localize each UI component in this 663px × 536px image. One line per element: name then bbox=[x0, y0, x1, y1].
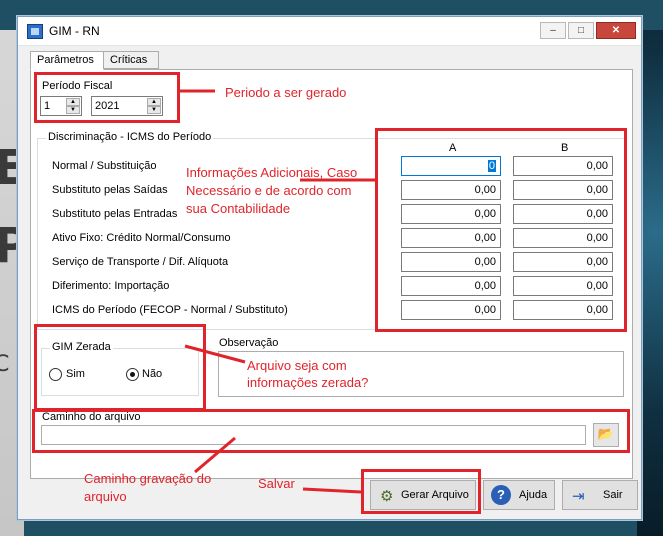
arrow-zerada bbox=[184, 344, 246, 364]
annotation-arrows bbox=[180, 89, 375, 494]
arrow-salvar bbox=[302, 487, 362, 494]
tab-parametros[interactable]: Parâmetros bbox=[30, 51, 104, 70]
arrow-caminho bbox=[194, 436, 236, 474]
